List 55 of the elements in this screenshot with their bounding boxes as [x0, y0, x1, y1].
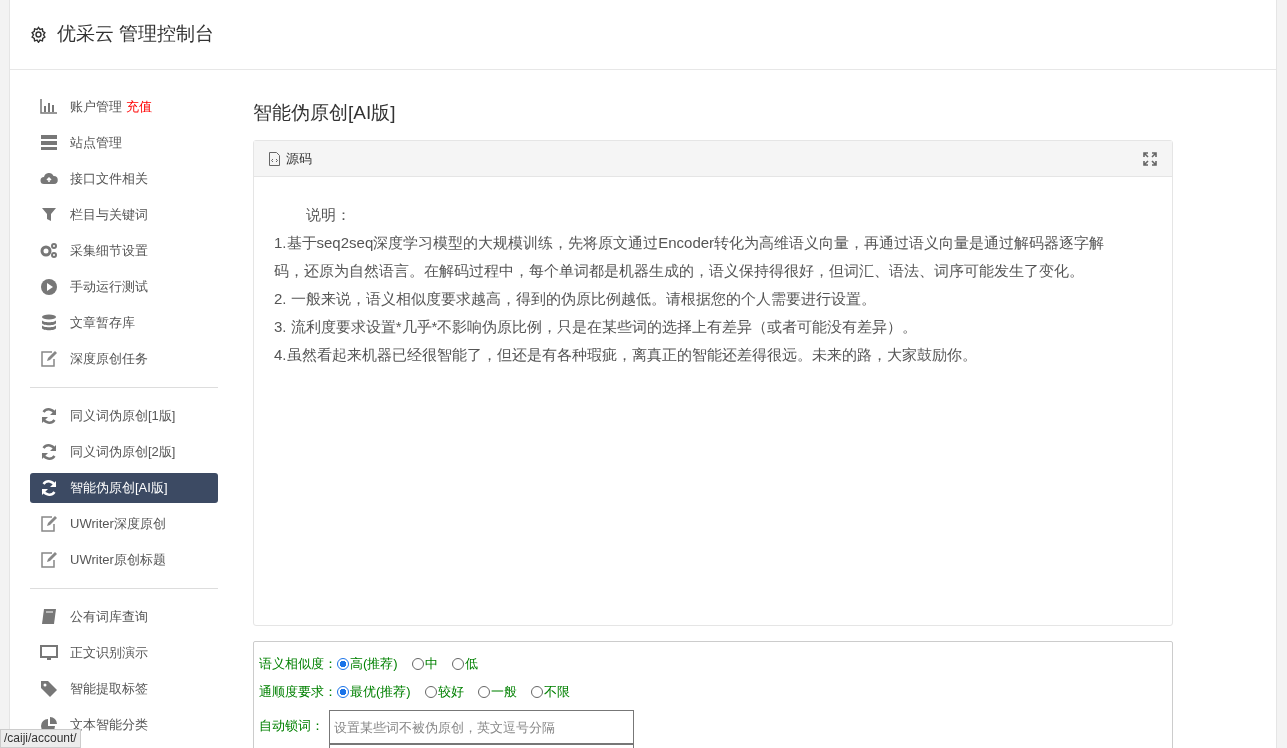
option-label: 通顺度要求：: [259, 683, 337, 702]
app-title: 优采云 管理控制台: [57, 22, 215, 47]
book-icon: [40, 608, 58, 626]
description-text: 3. 流利度要求设置*几乎*不影响伪原比例，只是在某些词的选择上有差异（或者可能没有差异）。: [274, 317, 919, 337]
edit-icon: [40, 350, 58, 368]
sidebar-item[interactable]: 账户管理 充值: [30, 92, 218, 122]
radio-option[interactable]: 一般: [477, 682, 517, 702]
radio-option[interactable]: 低: [451, 654, 478, 674]
refresh-icon: [40, 479, 58, 497]
sidebar-item[interactable]: 接口文件相关: [30, 164, 218, 194]
play-icon: [40, 278, 58, 296]
radio-option[interactable]: 最优(推荐): [337, 682, 411, 702]
server-icon: [40, 134, 58, 152]
edit-icon: [40, 515, 58, 533]
sidebar-item[interactable]: 智能提取标签: [30, 674, 218, 704]
fullscreen-icon[interactable]: [1143, 151, 1157, 166]
description-text: 说明：: [305, 205, 352, 225]
page-title: 智能伪原创[AI版]: [253, 101, 397, 125]
recharge-link[interactable]: 充值: [126, 97, 152, 117]
input-field[interactable]: 设置某些词不被伪原创，英文逗号分隔: [329, 710, 634, 744]
sidebar-item[interactable]: 公有词库查询: [30, 602, 218, 632]
option-label: 自动锁词：: [259, 717, 325, 735]
sidebar-item[interactable]: 采集细节设置: [30, 236, 218, 266]
sidebar-item[interactable]: 深度原创任务: [30, 344, 218, 374]
radio-option[interactable]: 不限: [530, 682, 570, 702]
radio-option[interactable]: 中: [411, 654, 438, 674]
sidebar-item[interactable]: 同义词伪原创[1版]: [30, 401, 218, 431]
sidebar-item[interactable]: 正文识别演示: [30, 638, 218, 668]
sidebar-item[interactable]: 站点管理: [30, 128, 218, 158]
sidebar-item[interactable]: UWriter深度原创: [30, 509, 218, 539]
status-url: /caiji/account/: [0, 729, 81, 748]
file-code-icon: [269, 151, 280, 166]
gears-icon: [40, 242, 58, 260]
edit-icon: [40, 551, 58, 569]
sidebar-item[interactable]: UWriter原创标题: [30, 545, 218, 575]
option-label: 语义相似度：: [259, 655, 337, 674]
filter-icon: [40, 206, 58, 224]
radio-option[interactable]: 较好: [424, 682, 464, 702]
sidebar-item[interactable]: 栏目与关键词: [30, 200, 218, 230]
database-icon: [40, 314, 58, 332]
sidebar-item[interactable]: 智能伪原创[AI版]: [30, 473, 218, 503]
tag-icon: [40, 680, 58, 698]
sidebar-item[interactable]: 手动运行测试: [30, 272, 218, 302]
monitor-icon: [40, 644, 58, 662]
refresh-icon: [40, 407, 58, 425]
sidebar-item[interactable]: 同义词伪原创[2版]: [30, 437, 218, 467]
description-text: 2. 一般来说，语义相似度要求越高，得到的伪原比例越低。请根据您的个人需要进行设置。: [274, 289, 877, 309]
description-text: 1.基于seq2seq深度学习模型的大规模训练，先将原文通过Encoder转化为高维语义向量，再通过语义向量是通过解码器逐字解码，还原为自然语言。在解码过程中，每个单词都是机器生成的，语义保持得很好，但词汇、语法、词序可能发生了变化。: [274, 233, 1106, 281]
description-text: 4.虽然看起来机器已经很智能了，但还是有各种瑕疵，离真正的智能还差得很远。未来的路，大家鼓励你。: [274, 345, 978, 365]
radio-option[interactable]: 高(推荐): [337, 654, 398, 674]
settings-icon: [30, 26, 47, 43]
source-tab[interactable]: 源码: [286, 148, 312, 169]
sidebar-item[interactable]: 文章暂存库: [30, 308, 218, 338]
chart-icon: [40, 98, 58, 116]
refresh-icon: [40, 443, 58, 461]
